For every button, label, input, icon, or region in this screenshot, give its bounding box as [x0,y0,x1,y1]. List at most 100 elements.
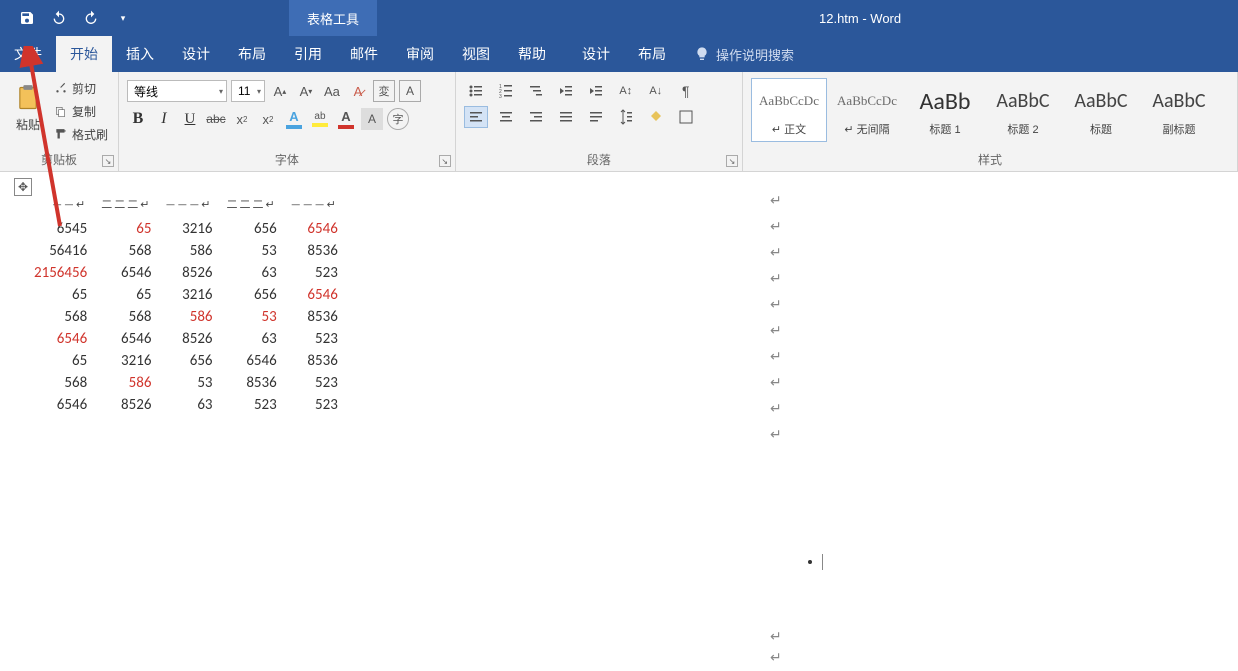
strike-button[interactable]: abc [205,108,227,130]
tab-help[interactable]: 帮助 [504,36,560,72]
align-right-button[interactable] [524,106,548,128]
clipboard-launcher[interactable]: ↘ [102,155,114,167]
sort-button[interactable]: A↓ [644,80,668,102]
distributed-button[interactable] [584,106,608,128]
tab-table-design[interactable]: 设计 [568,36,624,72]
table-row[interactable]: 656532166566546 [30,284,348,306]
table-cell[interactable]: 3216 [161,284,222,306]
table-row[interactable]: 65321665665468536 [30,350,348,372]
table-cell[interactable]: 656 [223,218,287,240]
table-cell[interactable]: 523 [287,372,348,394]
table-row[interactable]: 6546852663523523 [30,394,348,416]
style-normal[interactable]: AaBbCcDc ↵ 正文 [751,78,827,142]
char-border-button[interactable]: A [399,80,421,102]
text-direction-button[interactable]: A↕ [614,80,638,102]
cut-button[interactable]: 剪切 [54,80,108,97]
table-cell[interactable]: 8526 [161,262,222,284]
subscript-button[interactable]: x2 [231,108,253,130]
change-case-button[interactable]: Aa [321,80,343,102]
table-row[interactable]: 568586538536523 [30,372,348,394]
indent-left-button[interactable] [554,80,578,102]
table-cell[interactable]: 523 [223,394,287,416]
table-row[interactable]: 568568586538536 [30,306,348,328]
table-cell[interactable]: 6546 [30,328,97,350]
italic-button[interactable]: I [153,108,175,130]
table-cell[interactable]: 523 [287,328,348,350]
table-cell[interactable]: 63 [223,328,287,350]
table-cell[interactable]: 568 [30,372,97,394]
document-area[interactable]: ——↵二二二↵———↵二二二↵———↵654565321665665465641… [0,172,1238,671]
indent-right-button[interactable] [584,80,608,102]
table-row[interactable]: 65456532166566546 [30,218,348,240]
table-cell[interactable]: 568 [97,240,161,262]
table-cell[interactable]: 586 [161,306,222,328]
table-cell[interactable]: 53 [223,306,287,328]
multilevel-button[interactable] [524,80,548,102]
table-cell[interactable]: 65 [97,284,161,306]
tab-mailings[interactable]: 邮件 [336,36,392,72]
paragraph-launcher[interactable]: ↘ [726,155,738,167]
align-left-button[interactable] [464,106,488,128]
align-center-button[interactable] [494,106,518,128]
underline-button[interactable]: U [179,108,201,130]
table-cell[interactable]: 3216 [97,350,161,372]
table-cell[interactable]: 8536 [287,350,348,372]
font-color-button[interactable]: A [335,108,357,130]
table-cell[interactable]: 65 [30,350,97,372]
table-row[interactable]: 65466546852663523 [30,328,348,350]
copy-button[interactable]: 复制 [54,103,108,120]
table-cell[interactable]: 63 [223,262,287,284]
font-launcher[interactable]: ↘ [439,155,451,167]
table-cell[interactable]: 523 [287,262,348,284]
table-cell[interactable]: 656 [223,284,287,306]
style-heading2[interactable]: AaBbC 标题 2 [985,78,1061,142]
table-cell[interactable]: 65 [97,218,161,240]
tab-table-layout[interactable]: 布局 [624,36,680,72]
tell-me-search[interactable]: 操作说明搜索 [694,36,794,72]
table-cell[interactable]: 568 [97,306,161,328]
table-cell[interactable]: 65 [30,284,97,306]
table-cell[interactable]: 2156456 [30,262,97,284]
table-cell[interactable]: 6546 [30,394,97,416]
tab-file[interactable]: 文件 [0,36,56,72]
table-cell[interactable]: 3216 [161,218,222,240]
format-painter-button[interactable]: 格式刷 [54,126,108,143]
table-cell[interactable]: 53 [161,372,222,394]
tab-references[interactable]: 引用 [280,36,336,72]
text-effects-button[interactable]: A [283,108,305,130]
undo-icon[interactable] [50,9,68,27]
enclose-char-button[interactable]: 字 [387,108,409,130]
tab-design[interactable]: 设计 [168,36,224,72]
borders-button[interactable] [674,106,698,128]
bold-button[interactable]: B [127,108,149,130]
bullets-button[interactable] [464,80,488,102]
paste-button[interactable]: 粘贴 [8,82,48,133]
table-cell[interactable]: 6546 [97,262,161,284]
table-cell[interactable]: 8526 [97,394,161,416]
tab-layout[interactable]: 布局 [224,36,280,72]
table-cell[interactable]: 53 [223,240,287,262]
font-size-combo[interactable]: 11▾ [231,80,265,102]
line-spacing-button[interactable] [614,106,638,128]
superscript-button[interactable]: x2 [257,108,279,130]
style-subtitle[interactable]: AaBbC 副标题 [1141,78,1217,142]
table-cell[interactable]: 56416 [30,240,97,262]
data-table[interactable]: ——↵二二二↵———↵二二二↵———↵654565321665665465641… [30,194,348,416]
table-row[interactable]: 21564566546852663523 [30,262,348,284]
table-cell[interactable]: 8536 [223,372,287,394]
table-cell[interactable]: 8536 [287,306,348,328]
shrink-font-button[interactable]: A▾ [295,80,317,102]
table-cell[interactable]: 6546 [287,218,348,240]
show-marks-button[interactable]: ¶ [674,80,698,102]
table-cell[interactable]: 63 [161,394,222,416]
table-cell[interactable]: 586 [97,372,161,394]
customize-qat-icon[interactable]: ▾ [114,9,132,27]
tab-view[interactable]: 视图 [448,36,504,72]
table-row[interactable]: 56416568586538536 [30,240,348,262]
numbering-button[interactable]: 123 [494,80,518,102]
highlight-button[interactable]: ab [309,108,331,130]
table-cell[interactable]: 8526 [161,328,222,350]
style-heading1[interactable]: AaBb 标题 1 [907,78,983,142]
tab-home[interactable]: 开始 [56,36,112,72]
table-cell[interactable]: 6545 [30,218,97,240]
